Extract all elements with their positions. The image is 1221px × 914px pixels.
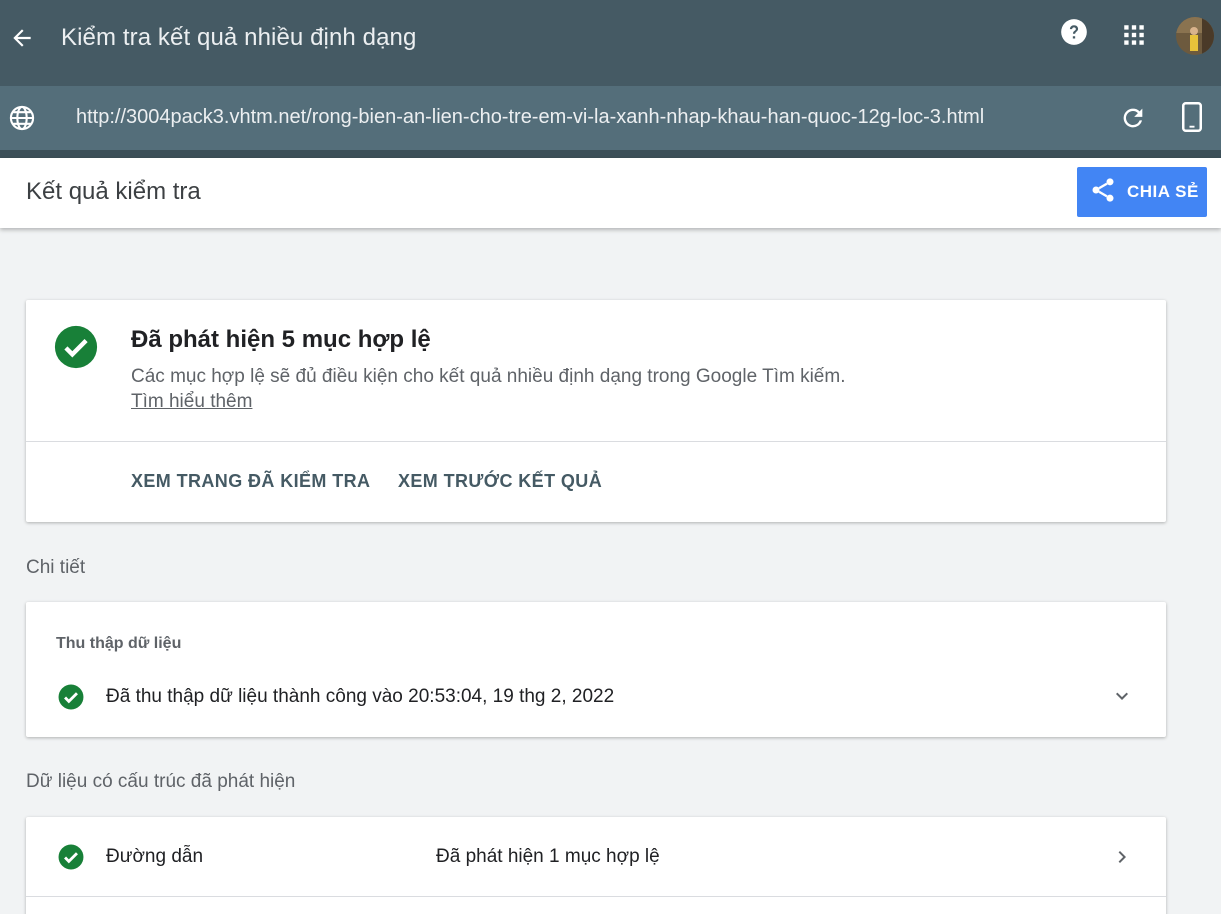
- structured-data-type: Đường dẫn: [106, 846, 204, 867]
- chevron-down-icon[interactable]: [1110, 684, 1134, 708]
- results-header: Kết quả kiểm tra CHIA SẺ: [0, 158, 1221, 228]
- check-circle-icon: [58, 844, 84, 870]
- page-title: Kết quả kiểm tra: [26, 178, 201, 205]
- learn-more-link[interactable]: Tìm hiểu thêm: [131, 391, 252, 412]
- apps-grid-icon[interactable]: [1121, 22, 1147, 48]
- app-title: Kiểm tra kết quả nhiều định dạng: [61, 24, 417, 51]
- preview-results-button[interactable]: XEM TRƯỚC KẾT QUẢ: [398, 471, 602, 492]
- avatar[interactable]: [1176, 17, 1214, 55]
- share-icon: [1089, 176, 1117, 209]
- crawl-heading: Thu thập dữ liệu: [56, 635, 182, 652]
- check-circle-icon: [54, 325, 98, 369]
- share-label: CHIA SẺ: [1127, 182, 1199, 201]
- structured-data-row[interactable]: Đường dẫn Đã phát hiện 1 mục hợp lệ: [26, 817, 1166, 897]
- reload-icon[interactable]: [1119, 104, 1147, 132]
- arrow-back-icon[interactable]: [8, 22, 36, 54]
- url-bar: http://3004pack3.vhtm.net/rong-bien-an-l…: [0, 86, 1221, 150]
- structured-data-card: Đường dẫn Đã phát hiện 1 mục hợp lệ: [26, 817, 1166, 914]
- help-icon[interactable]: [1060, 18, 1088, 46]
- progress-strip: [0, 150, 1221, 158]
- summary-title: Đã phát hiện 5 mục hợp lệ: [131, 326, 431, 353]
- globe-icon: [8, 104, 36, 132]
- app-bar: Kiểm tra kết quả nhiều định dạng: [0, 0, 1221, 86]
- view-tested-page-button[interactable]: XEM TRANG ĐÃ KIỂM TRA: [131, 471, 370, 492]
- smartphone-icon[interactable]: [1180, 102, 1204, 132]
- details-section-label: Chi tiết: [26, 557, 86, 578]
- tested-url: http://3004pack3.vhtm.net/rong-bien-an-l…: [76, 106, 985, 128]
- structured-data-status: Đã phát hiện 1 mục hợp lệ: [436, 846, 660, 867]
- structured-section-label: Dữ liệu có cấu trúc đã phát hiện: [26, 771, 296, 792]
- summary-card: Đã phát hiện 5 mục hợp lệ Các mục hợp lệ…: [26, 300, 1166, 522]
- check-circle-icon: [58, 684, 84, 710]
- crawl-status: Đã thu thập dữ liệu thành công vào 20:53…: [106, 686, 615, 707]
- share-button[interactable]: CHIA SẺ: [1077, 167, 1207, 217]
- summary-description: Các mục hợp lệ sẽ đủ điều kiện cho kết q…: [131, 364, 851, 414]
- summary-text: Các mục hợp lệ sẽ đủ điều kiện cho kết q…: [131, 366, 846, 387]
- divider: [26, 441, 1166, 442]
- chevron-right-icon[interactable]: [1110, 845, 1134, 869]
- crawl-card[interactable]: Thu thập dữ liệu Đã thu thập dữ liệu thà…: [26, 602, 1166, 737]
